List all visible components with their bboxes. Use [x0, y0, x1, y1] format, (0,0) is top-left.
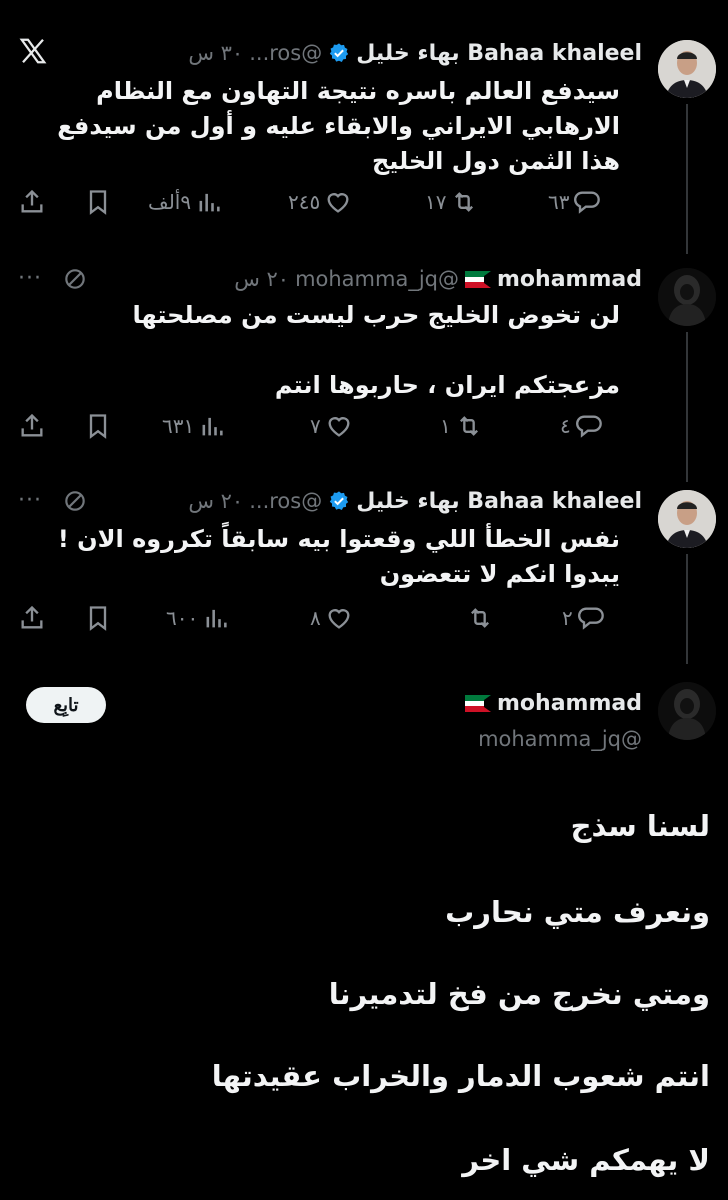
bookmark-button[interactable] [84, 188, 112, 216]
like-button[interactable]: ٢٤٥ [288, 188, 352, 216]
action-bar: ٢ ٨ ٦٠٠ [0, 604, 728, 644]
heart-icon [324, 188, 352, 216]
post-time[interactable]: ٢٠ س [188, 489, 243, 513]
more-options-icon[interactable]: ··· [18, 266, 42, 291]
like-count: ٨ [310, 606, 321, 630]
action-bar: ٦٣ ١٧ ٢٤٥ ٩ألف [0, 188, 728, 228]
reply-icon [573, 188, 601, 216]
avatar[interactable] [658, 490, 716, 548]
reply-button[interactable]: ٢ [562, 604, 605, 632]
kuwait-flag-icon [465, 270, 491, 288]
repost-count: ١ [440, 414, 451, 438]
bookmark-icon [84, 604, 112, 632]
views-button[interactable]: ٩ألف [148, 188, 223, 216]
heart-icon [325, 412, 353, 440]
author-handle[interactable]: @mohamma_jq [478, 727, 642, 751]
avatar[interactable] [658, 40, 716, 98]
share-icon [18, 188, 46, 216]
repost-count: ١٧ [425, 190, 447, 214]
thread-line [686, 332, 688, 482]
post-line-1: لسنا سذج [570, 809, 710, 843]
tweet-header: Bahaa khaleel بهاء خليل @ros... ٣٠ س [70, 38, 642, 68]
like-count: ٧ [310, 414, 321, 438]
tweet-text-line-1: لن تخوض الخليج حرب ليست من مصلحتها [132, 301, 621, 329]
more-options-icon[interactable]: ··· [18, 488, 42, 513]
tweet-text: نفس الخطأ اللي وقعتوا بيه سابقاً تكرروه … [57, 525, 620, 588]
bookmark-button[interactable] [84, 412, 112, 440]
views-count: ٦٠٠ [166, 606, 199, 630]
post-line-5: لا يهمكم شي اخر [462, 1143, 710, 1177]
reply-restricted-icon [62, 266, 88, 292]
author-name[interactable]: mohammad [497, 691, 642, 716]
x-logo-icon [18, 36, 48, 66]
bookmark-icon [84, 188, 112, 216]
author-handle[interactable]: @ros... [249, 41, 322, 65]
views-button[interactable]: ٦٣١ [162, 412, 226, 440]
tweet-header: mohammad @mohamma_jq ٢٠ س [70, 264, 642, 294]
follow-button[interactable]: تابِع [26, 687, 106, 723]
post-time[interactable]: ٣٠ س [188, 41, 243, 65]
avatar[interactable] [658, 268, 716, 326]
author-name[interactable]: mohammad [497, 267, 642, 292]
tweet-text-line-2: مزعجتكم ايران ، حاربوها انتم [274, 371, 620, 399]
post-line-2: ونعرف متي نحارب [445, 895, 710, 929]
author-name[interactable]: Bahaa khaleel بهاء خليل [356, 489, 642, 514]
reply-count: ٤ [560, 414, 571, 438]
views-icon [195, 188, 223, 216]
verified-badge-icon [328, 490, 350, 512]
main-post-header: mohammad [70, 688, 642, 718]
views-icon [198, 412, 226, 440]
views-count: ٦٣١ [162, 414, 195, 438]
reply-count: ٦٣ [548, 190, 570, 214]
reply-icon [575, 412, 603, 440]
main-post-handle-row: @mohamma_jq [70, 724, 642, 754]
repost-icon [455, 412, 483, 440]
action-bar: ٤ ١ ٧ ٦٣١ [0, 412, 728, 452]
reply-restricted-icon [62, 488, 88, 514]
share-icon [18, 604, 46, 632]
repost-button[interactable]: ١ [440, 412, 483, 440]
author-name[interactable]: Bahaa khaleel بهاء خليل [356, 41, 642, 66]
like-button[interactable]: ٧ [310, 412, 353, 440]
thread-line [686, 104, 688, 254]
tweet-text: سيدفع العالم باسره نتيجة التهاون مع النظ… [57, 77, 620, 175]
views-count: ٩ألف [148, 190, 192, 214]
repost-icon [466, 604, 494, 632]
post-time[interactable]: ٢٠ س [234, 267, 289, 291]
tweet-header: Bahaa khaleel بهاء خليل @ros... ٢٠ س [70, 486, 642, 516]
avatar[interactable] [658, 682, 716, 740]
like-count: ٢٤٥ [288, 190, 321, 214]
views-button[interactable]: ٦٠٠ [166, 604, 230, 632]
views-icon [202, 604, 230, 632]
bookmark-icon [84, 412, 112, 440]
repost-button[interactable]: ١٧ [425, 188, 478, 216]
bookmark-button[interactable] [84, 604, 112, 632]
reply-button[interactable]: ٤ [560, 412, 603, 440]
verified-badge-icon [328, 42, 350, 64]
reply-button[interactable]: ٦٣ [548, 188, 601, 216]
share-button[interactable] [18, 412, 46, 440]
author-handle[interactable]: @mohamma_jq [295, 267, 459, 291]
kuwait-flag-icon [465, 694, 491, 712]
repost-icon [450, 188, 478, 216]
share-button[interactable] [18, 188, 46, 216]
post-line-4: انتم شعوب الدمار والخراب عقيدتها [211, 1059, 710, 1093]
author-handle[interactable]: @ros... [249, 489, 322, 513]
heart-icon [325, 604, 353, 632]
share-button[interactable] [18, 604, 46, 632]
repost-button[interactable] [462, 604, 494, 632]
reply-icon [577, 604, 605, 632]
reply-count: ٢ [562, 606, 573, 630]
like-button[interactable]: ٨ [310, 604, 353, 632]
post-line-3: ومتي نخرج من فخ لتدميرنا [328, 977, 710, 1011]
share-icon [18, 412, 46, 440]
